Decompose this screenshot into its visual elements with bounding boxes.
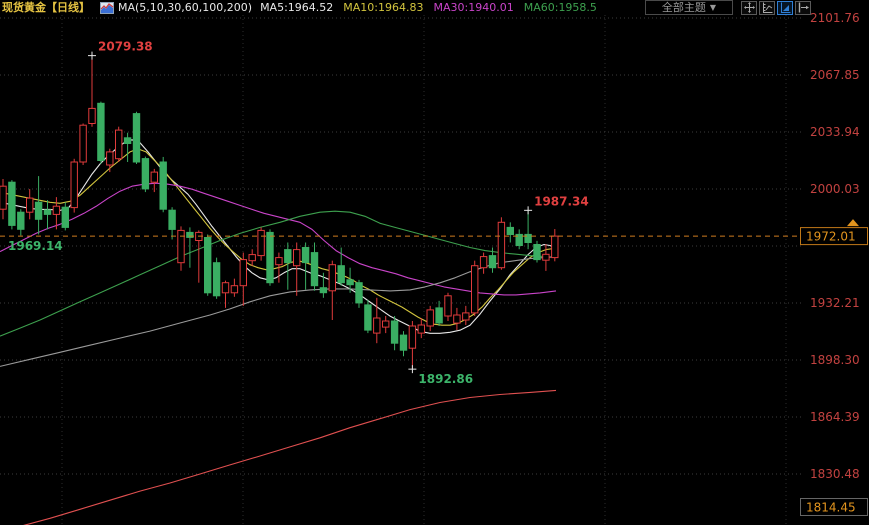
candle bbox=[79, 123, 87, 166]
candle bbox=[34, 176, 43, 235]
candle bbox=[186, 227, 194, 268]
candle bbox=[230, 278, 239, 297]
y-axis-label: 1830.48 bbox=[810, 467, 860, 481]
candle bbox=[399, 331, 408, 357]
candle bbox=[453, 307, 461, 331]
y-axis-label: 2067.85 bbox=[810, 68, 860, 82]
candle bbox=[115, 126, 123, 162]
ma-params-label: MA(5,10,30,60,100,200) bbox=[118, 1, 253, 14]
candle bbox=[61, 202, 69, 231]
y-axis-label: 2033.94 bbox=[810, 125, 860, 139]
candle bbox=[177, 226, 185, 271]
candlestick-chart[interactable]: 2079.381987.341892.861969.142101.762067.… bbox=[0, 0, 869, 525]
y-axis-label: 1864.39 bbox=[810, 410, 860, 424]
candle bbox=[70, 158, 78, 213]
candle bbox=[141, 156, 150, 193]
cross-marker bbox=[524, 206, 533, 215]
chevron-down-icon: ▼ bbox=[709, 3, 717, 12]
y-axis-label: 1932.21 bbox=[810, 296, 860, 310]
bottom-axis-label: 1814.45 bbox=[806, 501, 856, 515]
candle bbox=[26, 189, 34, 220]
candle bbox=[43, 200, 52, 230]
candle bbox=[426, 305, 434, 332]
candle bbox=[159, 156, 167, 213]
candle bbox=[106, 148, 114, 173]
theme-dropdown-label: 全部主题 bbox=[661, 1, 706, 14]
ma60-value: MA60:1958.5 bbox=[523, 1, 597, 14]
theme-dropdown[interactable]: 全部主题 ▼ bbox=[645, 0, 733, 15]
y-axis-label: 1898.30 bbox=[810, 353, 860, 367]
price-annotation: 1892.86 bbox=[418, 372, 473, 386]
candle bbox=[195, 230, 203, 283]
crosshair-icon[interactable] bbox=[741, 0, 757, 15]
ma30-value: MA30:1940.01 bbox=[433, 1, 514, 14]
cross-marker bbox=[88, 51, 96, 60]
candle bbox=[0, 178, 7, 220]
candles bbox=[0, 55, 559, 370]
candle bbox=[17, 209, 25, 236]
candle bbox=[248, 249, 256, 266]
candle bbox=[266, 229, 274, 286]
price-annotation: 1987.34 bbox=[534, 194, 589, 208]
candle bbox=[382, 315, 390, 334]
candle bbox=[88, 55, 96, 127]
candle bbox=[506, 222, 515, 243]
candle bbox=[168, 207, 176, 240]
candle bbox=[132, 111, 141, 165]
axis-scale-icon[interactable] bbox=[777, 0, 793, 15]
candle bbox=[123, 132, 132, 162]
ma5-value: MA5:1964.52 bbox=[260, 1, 334, 14]
candle bbox=[462, 305, 470, 326]
candle bbox=[212, 257, 221, 299]
candle bbox=[239, 252, 248, 306]
axis-pan-icon[interactable] bbox=[759, 0, 775, 15]
candle bbox=[97, 101, 105, 164]
ma10-value: MA10:1964.83 bbox=[343, 1, 424, 14]
chart-toolbar bbox=[741, 0, 813, 15]
candle bbox=[542, 244, 550, 271]
ma-line-ma200 bbox=[23, 389, 557, 525]
gridlines bbox=[0, 15, 802, 525]
candle bbox=[533, 240, 541, 263]
candle bbox=[257, 227, 265, 261]
line-chart-icon bbox=[100, 1, 114, 14]
candle bbox=[204, 234, 212, 296]
candle bbox=[328, 260, 337, 320]
trading-app-window: 现货黄金【日线】 MA(5,10,30,60,100,200) MA5:1964… bbox=[0, 0, 869, 525]
chart-header: 现货黄金【日线】 MA(5,10,30,60,100,200) MA5:1964… bbox=[0, 0, 869, 15]
candle bbox=[497, 217, 506, 270]
candle bbox=[8, 180, 16, 230]
candle bbox=[471, 260, 479, 316]
candle bbox=[408, 321, 417, 370]
candle bbox=[284, 242, 292, 290]
candle bbox=[479, 252, 488, 274]
candle bbox=[310, 242, 319, 291]
candle bbox=[390, 315, 399, 351]
level-annotation: 1969.14 bbox=[8, 239, 63, 253]
candle bbox=[435, 300, 443, 327]
exit-icon[interactable] bbox=[795, 0, 811, 15]
candle bbox=[337, 247, 345, 286]
y-axis-label: 2000.03 bbox=[810, 182, 860, 196]
symbol-title: 现货黄金【日线】 bbox=[2, 1, 90, 14]
candle bbox=[221, 280, 230, 308]
candle bbox=[551, 229, 559, 262]
candle bbox=[301, 242, 310, 290]
candle bbox=[444, 292, 452, 322]
candle bbox=[355, 279, 363, 308]
price-up-arrow-icon bbox=[847, 219, 859, 227]
cross-marker bbox=[408, 365, 417, 374]
candle bbox=[524, 210, 532, 250]
price-annotation: 2079.38 bbox=[98, 40, 153, 54]
candle bbox=[364, 299, 372, 334]
current-price-tag-label: 1972.01 bbox=[806, 230, 856, 244]
